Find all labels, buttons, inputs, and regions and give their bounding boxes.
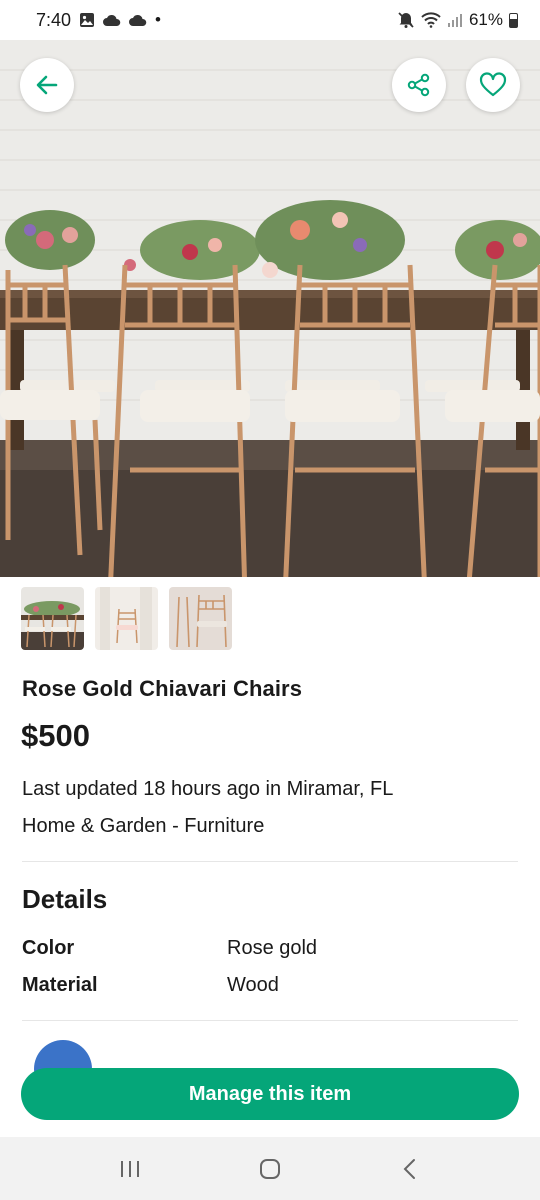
cloud-icon [129,13,147,27]
thumbnail-1[interactable] [21,587,84,650]
listing-photo-image [0,40,540,577]
home-icon [260,1158,280,1179]
detail-value-material: Wood [227,974,279,996]
share-icon [407,73,430,97]
back-nav-button[interactable] [390,1149,430,1189]
favorite-button[interactable] [466,58,520,112]
signal-icon [447,12,463,28]
back-button[interactable] [20,58,74,112]
home-button[interactable] [250,1149,290,1189]
mute-icon [397,11,415,29]
listing-title: Rose Gold Chiavari Chairs [22,676,303,701]
wifi-icon [421,12,441,28]
recent-apps-button[interactable] [110,1149,150,1189]
divider [22,1020,518,1021]
battery-icon [509,12,518,28]
system-navigation-bar [0,1137,540,1200]
thumbnail-2[interactable] [95,587,158,650]
listing-photo[interactable] [0,40,540,577]
divider [22,861,518,862]
status-time: 7:40 [36,9,72,30]
recent-apps-icon [121,1160,139,1177]
manage-item-button[interactable]: Manage this item [21,1068,519,1120]
share-button[interactable] [392,58,446,112]
status-bar: 7:40 • 61% [0,0,540,40]
photo-thumbnails [21,587,232,650]
detail-label-color: Color [22,937,75,959]
chevron-left-icon [403,1158,415,1179]
status-right: 61% [397,10,518,30]
thumbnail-3[interactable] [169,587,232,650]
detail-value-color: Rose gold [227,937,318,959]
listing-price: $500 [21,718,90,753]
battery-percent: 61% [468,10,503,29]
status-left: 7:40 • [36,10,161,31]
cloud-sync-icon [103,13,121,27]
last-updated-text: Last updated 18 hours ago in Miramar, FL [22,778,394,800]
heart-icon [479,72,507,97]
details-heading: Details [22,884,108,914]
category-breadcrumb[interactable]: Home & Garden - Furniture [22,815,264,838]
detail-label-material: Material [22,974,98,996]
image-icon [79,12,95,28]
arrow-left-icon [36,75,58,95]
status-dot: • [155,10,161,29]
